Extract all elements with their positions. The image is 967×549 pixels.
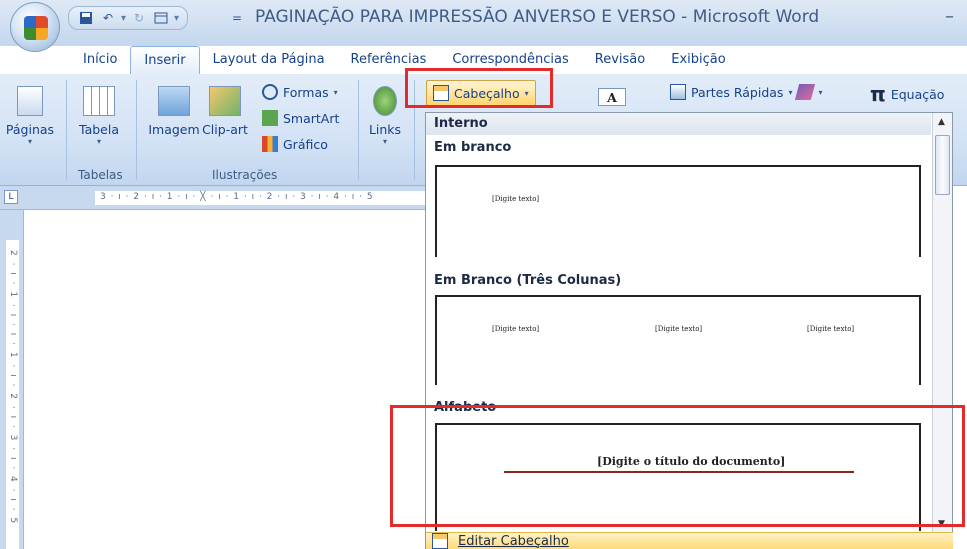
scroll-up-icon[interactable]: ▲: [938, 117, 945, 127]
undo-icon[interactable]: ↶: [99, 10, 117, 26]
title-bar: ↶ ▾ ↻ ▾ = PAGINAÇÃO PARA IMPRESSÃO ANVER…: [0, 0, 967, 52]
shapes-label: Formas: [283, 84, 329, 100]
header-dropdown-icon: ▾: [524, 88, 529, 98]
tab-stop-selector[interactable]: L: [4, 190, 18, 204]
links-icon: [373, 86, 397, 116]
tab-revisao[interactable]: Revisão: [582, 46, 658, 74]
tab-correspondencias[interactable]: Correspondências: [439, 46, 581, 74]
shapes-icon: [262, 84, 278, 100]
text-box-button[interactable]: A: [598, 88, 626, 106]
layout-dropdown-icon[interactable]: ▾: [174, 13, 179, 24]
wordart-icon[interactable]: [795, 84, 816, 100]
quick-parts-button[interactable]: Partes Rápidas ▾ ▾: [670, 84, 822, 100]
vertical-ruler-marks: 2 · ı · 1 · ı · ı · 1 · ı · 2 · ı · 3 · …: [8, 250, 18, 526]
clipart-icon: [209, 86, 241, 116]
image-button[interactable]: Imagem: [144, 86, 204, 137]
header-gallery: Interno Em branco [Digite texto] Em Bran…: [425, 112, 953, 549]
header-preview-tres-colunas[interactable]: [Digite texto] [Digite texto] [Digite te…: [435, 295, 921, 385]
quick-access-toolbar: ↶ ▾ ↻ ▾: [68, 6, 189, 30]
placeholder-text-right: [Digite texto]: [807, 325, 855, 333]
window-title: PAGINAÇÃO PARA IMPRESSÃO ANVERSO E VERSO…: [255, 7, 820, 27]
header-label: Cabeçalho: [454, 85, 520, 101]
gallery-category-label: Interno: [426, 113, 931, 135]
header-preview-em-branco[interactable]: [Digite texto]: [435, 165, 921, 257]
ribbon-divider: [414, 80, 415, 180]
ribbon-divider: [66, 80, 67, 180]
scroll-down-icon[interactable]: ▼: [938, 519, 945, 529]
table-button[interactable]: Tabela ▾: [74, 86, 124, 146]
image-label: Imagem: [148, 122, 200, 137]
save-icon[interactable]: [77, 10, 95, 26]
redo-icon[interactable]: ↻: [130, 10, 148, 26]
layout-icon[interactable]: [152, 10, 170, 26]
ribbon-divider: [358, 80, 359, 180]
customize-qat-icon[interactable]: =: [228, 10, 246, 26]
header-icon: [433, 85, 449, 101]
links-button[interactable]: Links ▾: [364, 86, 406, 146]
pages-icon: [17, 86, 43, 116]
quick-parts-label: Partes Rápidas: [691, 84, 784, 100]
gallery-scrollbar[interactable]: ▲ ▼: [932, 113, 952, 533]
edit-header-label: Editar Cabeçalho: [458, 533, 569, 549]
placeholder-text-center: [Digite texto]: [655, 325, 703, 333]
table-dropdown-icon: ▾: [96, 137, 101, 146]
document-page[interactable]: [24, 210, 426, 549]
placeholder-text: [Digite texto]: [492, 195, 540, 203]
header-button[interactable]: Cabeçalho ▾: [426, 80, 536, 106]
pi-icon: π: [870, 82, 886, 106]
shapes-button[interactable]: Formas ▾: [262, 84, 338, 100]
table-icon: [83, 86, 115, 116]
smartart-icon: [262, 110, 278, 126]
pages-dropdown-icon: ▾: [27, 137, 32, 146]
section-title-em-branco: Em branco: [426, 137, 931, 159]
alfabeto-rule-line: [504, 471, 854, 473]
chart-icon: [262, 136, 278, 152]
shapes-dropdown-icon: ▾: [333, 87, 338, 97]
placeholder-title: [Digite o título do documento]: [597, 455, 786, 468]
equation-button[interactable]: π Equação: [870, 82, 944, 106]
tab-inicio[interactable]: Início: [70, 46, 130, 74]
scroll-thumb[interactable]: [935, 135, 950, 195]
ribbon-divider: [136, 80, 137, 180]
pages-label: Páginas: [5, 122, 55, 137]
tab-exibicao[interactable]: Exibição: [658, 46, 738, 74]
wordart-dropdown-icon: ▾: [818, 87, 823, 97]
tab-layout-da-pagina[interactable]: Layout da Página: [200, 46, 338, 74]
pages-button[interactable]: Páginas ▾: [0, 86, 60, 146]
table-label: Tabela: [79, 122, 119, 137]
quick-parts-icon: [670, 84, 686, 100]
smartart-button[interactable]: SmartArt: [262, 110, 339, 126]
header-preview-alfabeto[interactable]: [Digite o título do documento]: [435, 423, 921, 531]
placeholder-text-left: [Digite texto]: [492, 325, 540, 333]
clipart-button[interactable]: Clip-art: [200, 86, 250, 137]
quick-parts-dropdown-icon: ▾: [788, 87, 793, 97]
office-logo-icon: [24, 16, 48, 40]
edit-header-menu-item[interactable]: Editar Cabeçalho: [426, 532, 953, 549]
section-title-alfabeto: Alfabeto: [426, 397, 931, 419]
edit-header-icon: [432, 533, 448, 549]
section-title-tres-colunas: Em Branco (Três Colunas): [426, 270, 931, 292]
office-button[interactable]: [10, 2, 60, 52]
smartart-label: SmartArt: [283, 110, 340, 126]
links-label: Links: [368, 122, 402, 137]
ribbon-tabs: Início Inserir Layout da Página Referênc…: [70, 46, 739, 74]
horizontal-ruler[interactable]: 3 · ı · 2 · ı · 1 · ı · ╳ · ı · 1 · ı · …: [0, 186, 425, 210]
undo-dropdown-icon[interactable]: ▾: [121, 13, 126, 24]
tab-referencias[interactable]: Referências: [338, 46, 440, 74]
ruler-marks: 3 · ı · 2 · ı · 1 · ı · ╳ · ı · 1 · ı · …: [100, 192, 374, 202]
equation-label: Equação: [890, 86, 945, 102]
minimize-button[interactable]: –: [945, 6, 954, 27]
links-dropdown-icon: ▾: [382, 137, 387, 146]
tab-inserir[interactable]: Inserir: [130, 46, 200, 74]
vertical-ruler[interactable]: 2 · ı · 1 · ı · ı · 1 · ı · 2 · ı · 3 · …: [0, 210, 24, 549]
clipart-label: Clip-art: [202, 122, 248, 137]
illustrations-group-label: Ilustrações: [212, 168, 278, 182]
chart-label: Gráfico: [283, 136, 328, 152]
tables-group-label: Tabelas: [78, 168, 123, 182]
chart-button[interactable]: Gráfico: [262, 136, 328, 152]
image-icon: [158, 86, 190, 116]
